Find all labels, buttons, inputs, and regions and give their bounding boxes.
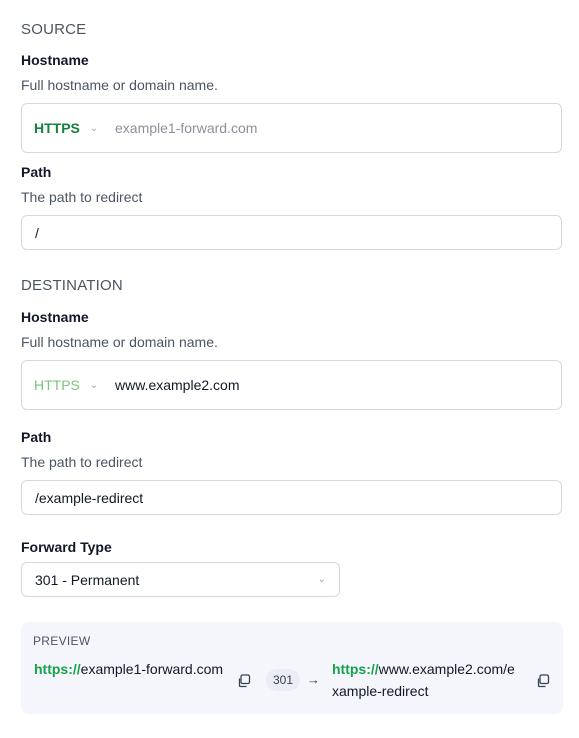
destination-hostname-field: HTTPS ⌄ www.example2.com [21,360,562,410]
copy-icon[interactable] [237,674,251,688]
source-path-label: Path [21,164,52,180]
source-hostname-help: Full hostname or domain name. [21,77,218,93]
source-hostname-field: HTTPS ⌄ example1-forward.com [21,103,562,153]
redirect-form: SOURCE Hostname Full hostname or domain … [0,0,579,738]
destination-path-help: The path to redirect [21,454,143,470]
chevron-down-icon: ⌄ [89,122,99,134]
destination-section-title: DESTINATION [21,277,123,294]
source-path-input[interactable]: / [21,215,562,250]
destination-path-value: /example-redirect [35,489,144,506]
destination-protocol-label: HTTPS [34,377,80,393]
chevron-down-icon: ⌄ [89,379,99,391]
preview-source-host: example1-forward.com [80,661,224,677]
copy-icon[interactable] [536,674,550,688]
preview-source-scheme: https:// [34,661,81,677]
source-path-help: The path to redirect [21,189,143,205]
source-hostname-input[interactable]: example1-forward.com [103,120,257,136]
forward-type-label: Forward Type [21,539,112,555]
destination-path-input[interactable]: /example-redirect [21,480,562,515]
preview-destination-url: https://www.example2.com/example-redirec… [332,658,520,702]
destination-path-label: Path [21,429,52,445]
destination-hostname-label: Hostname [21,309,89,325]
arrow-right-icon: → [307,672,320,687]
source-protocol-select[interactable]: HTTPS ⌄ [22,120,103,136]
chevron-down-icon: ⌄ [317,574,326,585]
source-hostname-label: Hostname [21,52,89,68]
destination-hostname-input[interactable]: www.example2.com [103,377,240,393]
preview-destination-scheme: https:// [332,661,379,677]
source-path-value: / [35,224,39,241]
forward-type-select[interactable]: 301 - Permanent ⌄ [21,562,340,597]
source-section-title: SOURCE [21,21,87,38]
preview-status-code: 301 [266,669,301,691]
source-protocol-label: HTTPS [34,120,80,136]
forward-type-value: 301 - Permanent [35,571,140,588]
destination-hostname-help: Full hostname or domain name. [21,334,218,350]
preview-title: PREVIEW [33,634,91,648]
preview-source-url: https://example1-forward.com [34,658,226,680]
destination-protocol-select[interactable]: HTTPS ⌄ [22,377,103,393]
preview-panel: PREVIEW https://example1-forward.com 301… [21,622,563,714]
